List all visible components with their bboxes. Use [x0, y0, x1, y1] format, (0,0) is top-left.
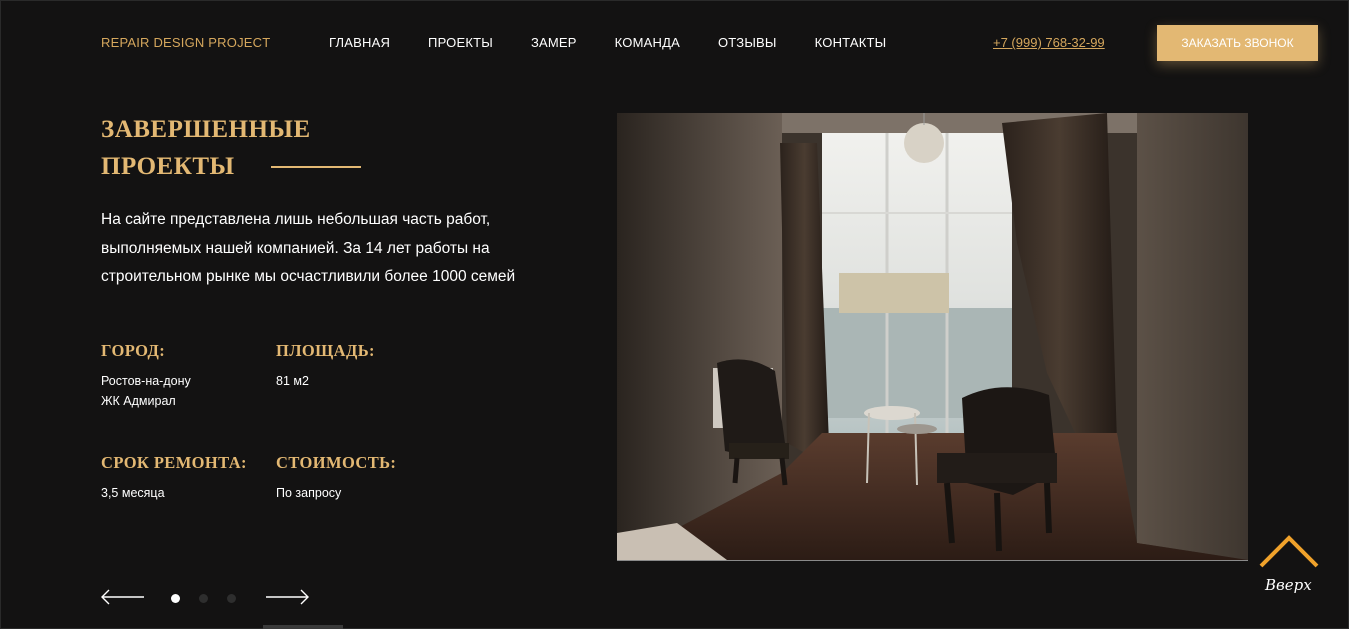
photo-divider [617, 560, 1248, 561]
nav-item-team[interactable]: КОМАНДА [615, 35, 680, 50]
duration-value: 3,5 месяца [101, 486, 165, 500]
city-label: ГОРОД: [101, 341, 166, 360]
order-call-button[interactable]: ЗАКАЗАТЬ ЗВОНОК [1157, 25, 1318, 61]
section-title: ЗАВЕРШЕННЫЕ ПРОЕКТЫ [101, 111, 361, 185]
slider-dots [171, 594, 236, 603]
nav-item-projects[interactable]: ПРОЕКТЫ [428, 35, 493, 50]
nav-item-home[interactable]: ГЛАВНАЯ [329, 35, 390, 50]
project-photo [617, 113, 1248, 560]
bottom-scroll-indicator [263, 625, 343, 629]
area-value: 81 м2 [276, 374, 309, 388]
site-logo[interactable]: REPAIR DESIGN PROJECT [101, 35, 270, 50]
section-description: На сайте представлена лишь небольшая час… [101, 211, 516, 285]
arrow-left-icon[interactable] [101, 589, 145, 605]
duration-label: СРОК РЕМОНТА: [101, 453, 247, 472]
arrow-right-icon[interactable] [265, 589, 309, 605]
section-title-line1: ЗАВЕРШЕННЫЕ [101, 116, 311, 143]
main-nav: ГЛАВНАЯ ПРОЕКТЫ ЗАМЕР КОМАНДА ОТЗЫВЫ КОН… [329, 35, 924, 50]
nav-item-contacts[interactable]: КОНТАКТЫ [815, 35, 887, 50]
section-title-line2: ПРОЕКТЫ [101, 153, 235, 180]
nav-item-reviews[interactable]: ОТЗЫВЫ [718, 35, 777, 50]
area-label: ПЛОЩАДЬ: [276, 341, 375, 360]
scroll-top-label[interactable]: Вверх [1265, 576, 1312, 594]
slider-dot[interactable] [227, 594, 236, 603]
slider-dot[interactable] [199, 594, 208, 603]
city-value: Ростов-на-дону ЖК Адмирал [101, 374, 191, 408]
title-divider [270, 165, 361, 168]
cost-value: По запросу [276, 486, 342, 500]
cost-label: СТОИМОСТЬ: [276, 453, 397, 472]
phone-link[interactable]: +7 (999) 768-32-99 [993, 35, 1105, 50]
nav-item-measure[interactable]: ЗАМЕР [531, 35, 577, 50]
slider-dot[interactable] [171, 594, 180, 603]
